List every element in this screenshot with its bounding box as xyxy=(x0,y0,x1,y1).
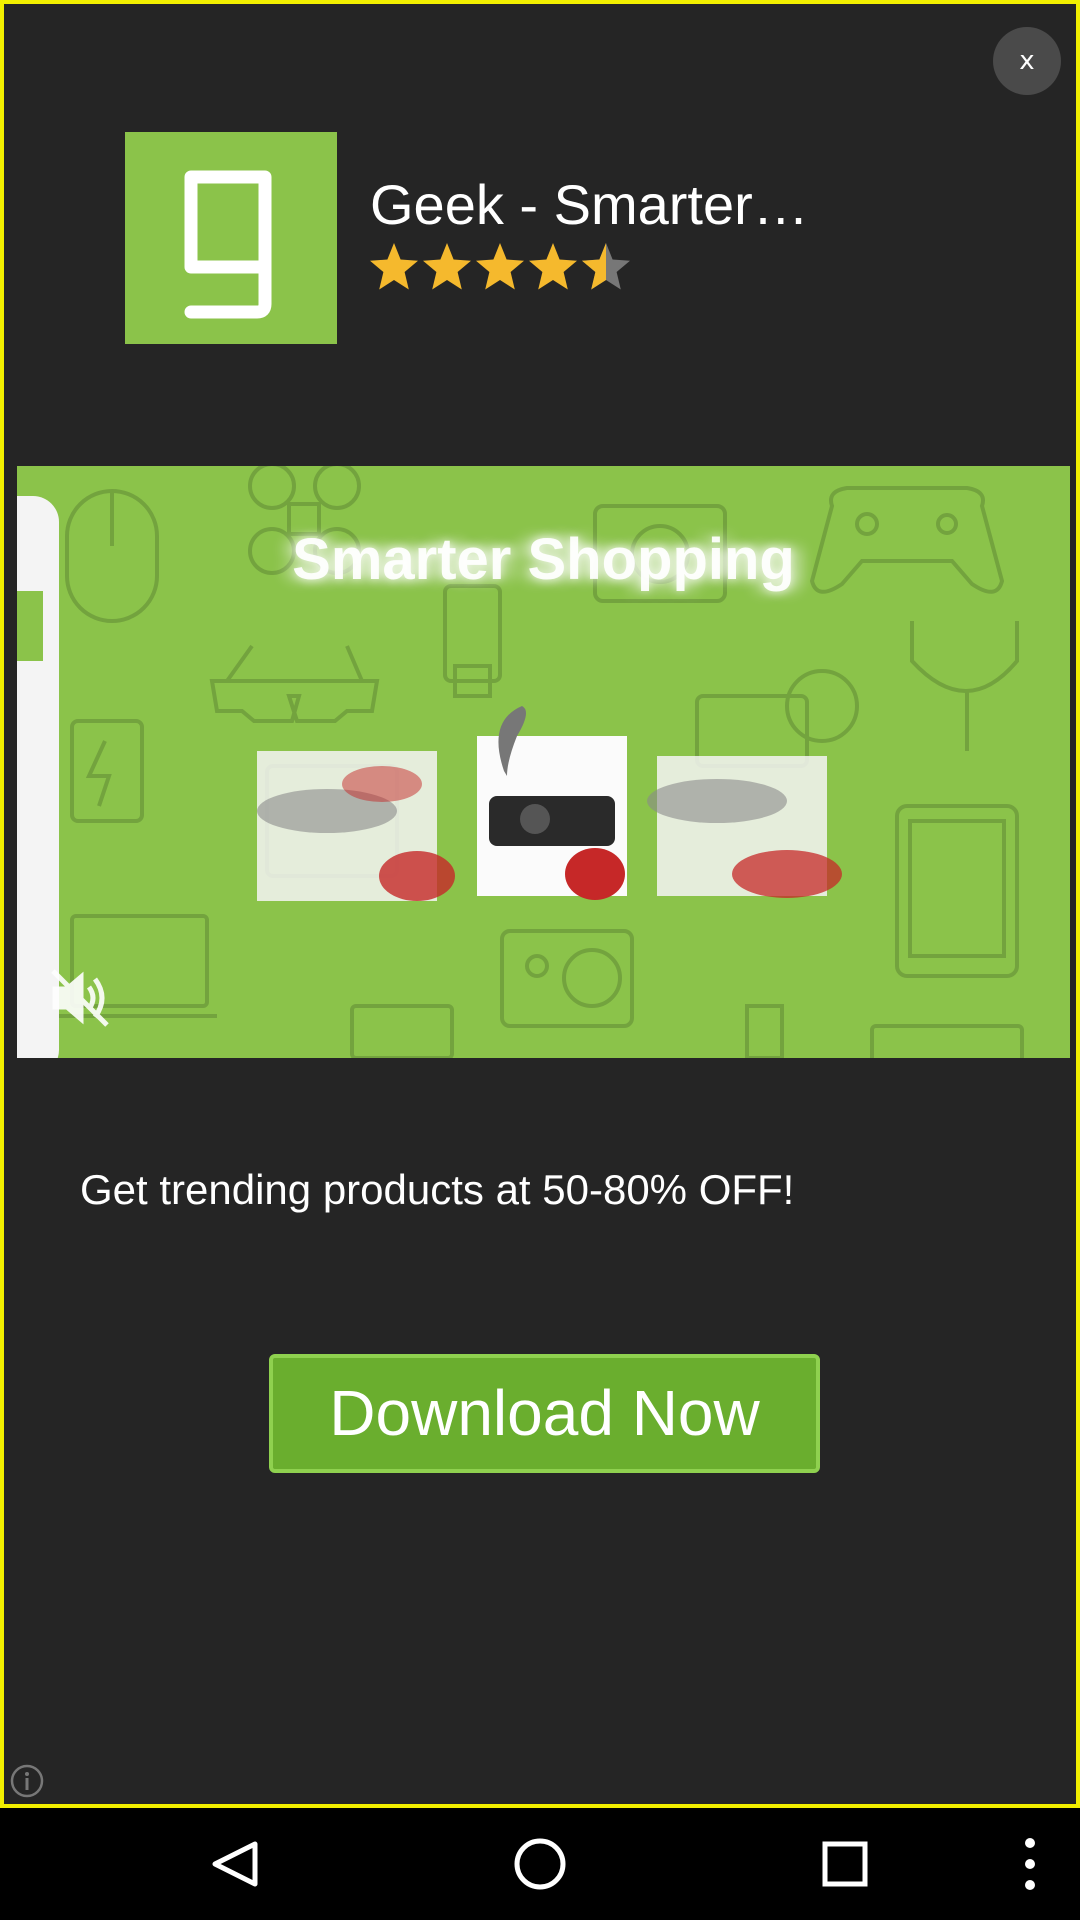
navigation-bar xyxy=(0,1808,1080,1920)
star-icon xyxy=(529,243,577,290)
geek-logo-icon xyxy=(184,170,272,319)
interstitial-ad: x Geek - Smarter… Smarter Shopping Get t… xyxy=(0,0,1080,1808)
recents-icon[interactable] xyxy=(810,1808,880,1920)
star-icon xyxy=(370,243,418,290)
close-button[interactable]: x xyxy=(993,27,1061,95)
app-icon[interactable] xyxy=(125,132,337,344)
star-icon xyxy=(423,243,471,290)
screen: x Geek - Smarter… Smarter Shopping Get t… xyxy=(0,0,1080,1920)
half-star-icon xyxy=(582,243,630,290)
video-banner[interactable]: Smarter Shopping xyxy=(17,466,1070,1058)
menu-icon[interactable] xyxy=(1010,1808,1050,1920)
promo-text: Get trending products at 50-80% OFF! xyxy=(80,1166,795,1213)
app-name[interactable]: Geek - Smarter… xyxy=(370,172,809,237)
back-icon[interactable] xyxy=(200,1808,270,1920)
info-icon[interactable] xyxy=(9,1763,45,1799)
banner-headline: Smarter Shopping xyxy=(292,527,795,592)
rating-stars xyxy=(370,243,630,290)
download-now-button[interactable]: Download Now xyxy=(269,1354,820,1473)
star-icon xyxy=(476,243,524,290)
mute-icon[interactable] xyxy=(45,963,115,1033)
home-icon[interactable] xyxy=(505,1808,575,1920)
